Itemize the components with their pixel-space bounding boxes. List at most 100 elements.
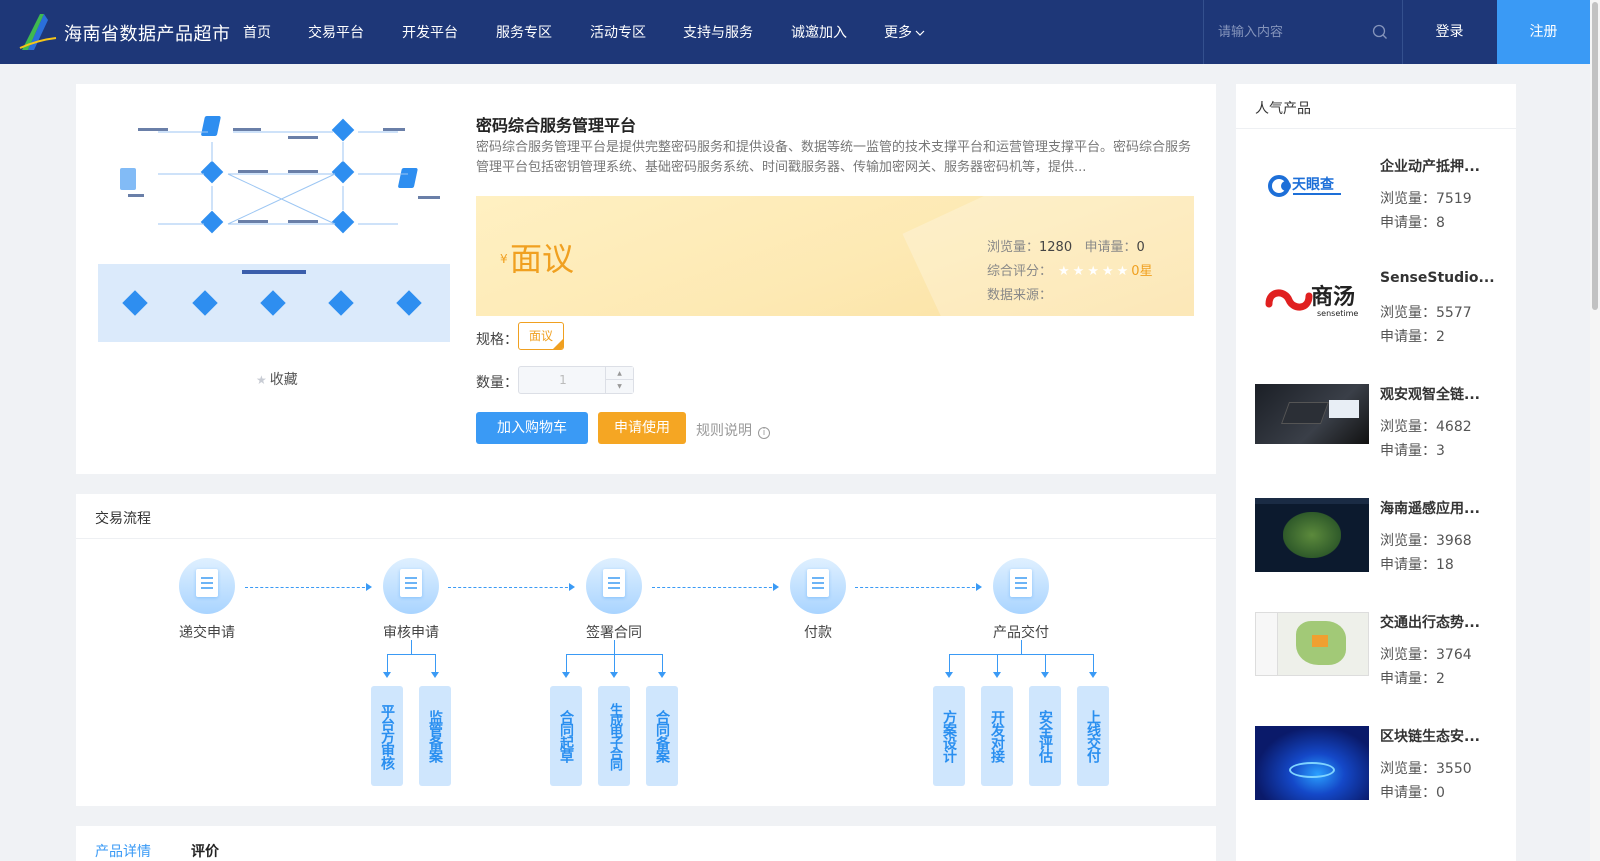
chevron-up-icon[interactable]: ▲ [605, 367, 633, 380]
flow-step-label: 签署合同 [586, 625, 642, 641]
product-name[interactable]: SenseStudio... [1380, 270, 1500, 286]
substep-solution-design: 方案设计 [933, 686, 965, 786]
views-stat: 浏览量：3550 [1380, 761, 1472, 777]
tab-product-details[interactable]: 产品详情 [95, 841, 151, 861]
arrow-down-icon [610, 672, 618, 678]
substep-security-assessment: 安全评估 [1029, 686, 1061, 786]
flow-step-review: 审核申请 [371, 558, 451, 642]
popular-product-item[interactable]: 商汤 sensetime SenseStudio... 浏览量：5577 申请量… [1255, 270, 1505, 370]
detail-tabs: 产品详情 评价 [76, 826, 1216, 861]
favorite-button[interactable]: ★ 收藏 [256, 369, 298, 389]
tree-connector [435, 654, 436, 672]
site-title[interactable]: 海南省数据产品超市 [64, 20, 231, 46]
apply-use-button[interactable]: 申请使用 [598, 412, 686, 444]
source-label: 数据来源： [987, 288, 1053, 303]
sensetime-logo-icon: 商汤 sensetime [1265, 284, 1358, 318]
tree-connector [949, 654, 1093, 655]
tree-connector [1093, 654, 1094, 672]
flow-arrow [855, 583, 982, 591]
product-title: 密码综合服务管理平台 [476, 116, 637, 135]
spec-option[interactable]: 面议 [518, 322, 564, 350]
delivery-icon [993, 558, 1049, 614]
product-name[interactable]: 区块链生态安... [1380, 726, 1500, 746]
product-thumbnail [1255, 498, 1369, 572]
substep-go-live: 上线交付 [1077, 686, 1109, 786]
contract-icon [586, 558, 642, 614]
views-value: 1280 [1039, 240, 1073, 255]
login-button[interactable]: 登录 [1403, 0, 1496, 64]
tree-connector [411, 640, 412, 654]
star-icon: ★ [256, 373, 267, 387]
svg-text:天眼查: 天眼查 [1292, 176, 1335, 193]
applies-stat: 申请量：18 [1380, 557, 1454, 573]
arrow-down-icon [562, 672, 570, 678]
top-navigation-bar: 海南省数据产品超市 首页 交易平台 开发平台 服务专区 活动专区 支持与服务 诚… [0, 0, 1590, 64]
stats-line: 浏览量：1280 申请量：0 [987, 236, 1145, 255]
document-icon [179, 558, 235, 614]
search-icon[interactable] [1372, 24, 1388, 40]
popular-product-item[interactable]: 海南遥感应用... 浏览量：3968 申请量：18 [1255, 498, 1505, 598]
price-box: ¥ 面议 浏览量：1280 申请量：0 综合评分： ★★★★★0星 数据来源： [476, 196, 1194, 316]
arrow-down-icon [1089, 672, 1097, 678]
applies-value: 0 [1136, 240, 1145, 255]
nav-home[interactable]: 首页 [243, 22, 271, 42]
tree-connector [387, 654, 435, 655]
substep-dev-integration: 开发对接 [981, 686, 1013, 786]
product-architecture-diagram[interactable] [98, 102, 450, 342]
nav-service-zone[interactable]: 服务专区 [496, 22, 552, 42]
popular-product-item[interactable]: 区块链生态安... 浏览量：3550 申请量：0 [1255, 726, 1505, 826]
nav-join[interactable]: 诚邀加入 [791, 22, 847, 42]
register-button[interactable]: 注册 [1497, 0, 1590, 64]
flow-step-label: 审核申请 [383, 625, 439, 641]
tree-connector [614, 654, 615, 672]
arrow-down-icon [658, 672, 666, 678]
add-to-cart-button[interactable]: 加入购物车 [476, 412, 588, 444]
product-name[interactable]: 企业动产抵押... [1380, 156, 1500, 176]
quantity-stepper[interactable]: 1 ▲ ▼ [518, 366, 634, 394]
product-name[interactable]: 交通出行态势... [1380, 612, 1500, 632]
source-line: 数据来源： [987, 284, 1052, 303]
arrow-down-icon [383, 672, 391, 678]
product-panel: ★ 收藏 密码综合服务管理平台 密码综合服务管理平台是提供完整密码服务和提供设备、… [76, 84, 1216, 474]
product-name[interactable]: 观安观智全链... [1380, 384, 1500, 404]
arrow-down-icon [945, 672, 953, 678]
tree-connector [949, 654, 950, 672]
nav-dev-platform[interactable]: 开发平台 [402, 22, 458, 42]
chevron-down-icon[interactable]: ▼ [605, 380, 633, 393]
substep-contract-draft: 合同起草 [550, 686, 582, 786]
nav-support[interactable]: 支持与服务 [683, 22, 753, 42]
chevron-down-icon [915, 30, 925, 36]
tree-connector [614, 640, 615, 654]
tab-reviews[interactable]: 评价 [191, 841, 219, 861]
popular-products-sidebar: 人气产品 天眼查 企业动产抵押... 浏览量：7519 申请量：8 商汤 sen… [1236, 84, 1516, 861]
rule-description-link[interactable]: 规则说明 i [696, 420, 770, 440]
popular-product-item[interactable]: 观安观智全链... 浏览量：4682 申请量：3 [1255, 384, 1505, 484]
favorite-label: 收藏 [269, 372, 298, 388]
site-logo-icon[interactable] [18, 12, 58, 52]
flow-step-label: 付款 [804, 625, 832, 641]
search-input[interactable] [1218, 20, 1368, 44]
arrow-down-icon [993, 672, 1001, 678]
flow-step-delivery: 产品交付 [981, 558, 1061, 642]
rating-line: 综合评分： ★★★★★0星 [987, 260, 1153, 279]
applies-stat: 申请量：3 [1380, 443, 1445, 459]
substep-regulatory-filing: 监管备案 [419, 686, 451, 786]
substep-platform-review: 平台方审核 [371, 686, 403, 786]
tree-connector [997, 654, 998, 672]
svg-text:商汤: 商汤 [1311, 284, 1355, 310]
nav-more[interactable]: 更多 [884, 22, 925, 42]
product-thumbnail [1255, 726, 1369, 800]
flow-step-label: 递交申请 [179, 625, 235, 641]
svg-text:sensetime: sensetime [1317, 309, 1358, 318]
rule-label: 规则说明 [696, 423, 752, 439]
tree-connector [387, 654, 388, 672]
nav-trading-platform[interactable]: 交易平台 [308, 22, 364, 42]
product-name[interactable]: 海南遥感应用... [1380, 498, 1500, 518]
arrow-down-icon [431, 672, 439, 678]
popular-product-item[interactable]: 天眼查 企业动产抵押... 浏览量：7519 申请量：8 [1255, 156, 1505, 256]
popular-product-item[interactable]: 交通出行态势... 浏览量：3764 申请量：2 [1255, 612, 1505, 712]
sidebar-title: 人气产品 [1255, 101, 1311, 117]
nav-activity-zone[interactable]: 活动专区 [590, 22, 646, 42]
page-scrollbar-thumb[interactable] [1592, 2, 1598, 310]
quantity-value[interactable]: 1 [519, 367, 607, 393]
